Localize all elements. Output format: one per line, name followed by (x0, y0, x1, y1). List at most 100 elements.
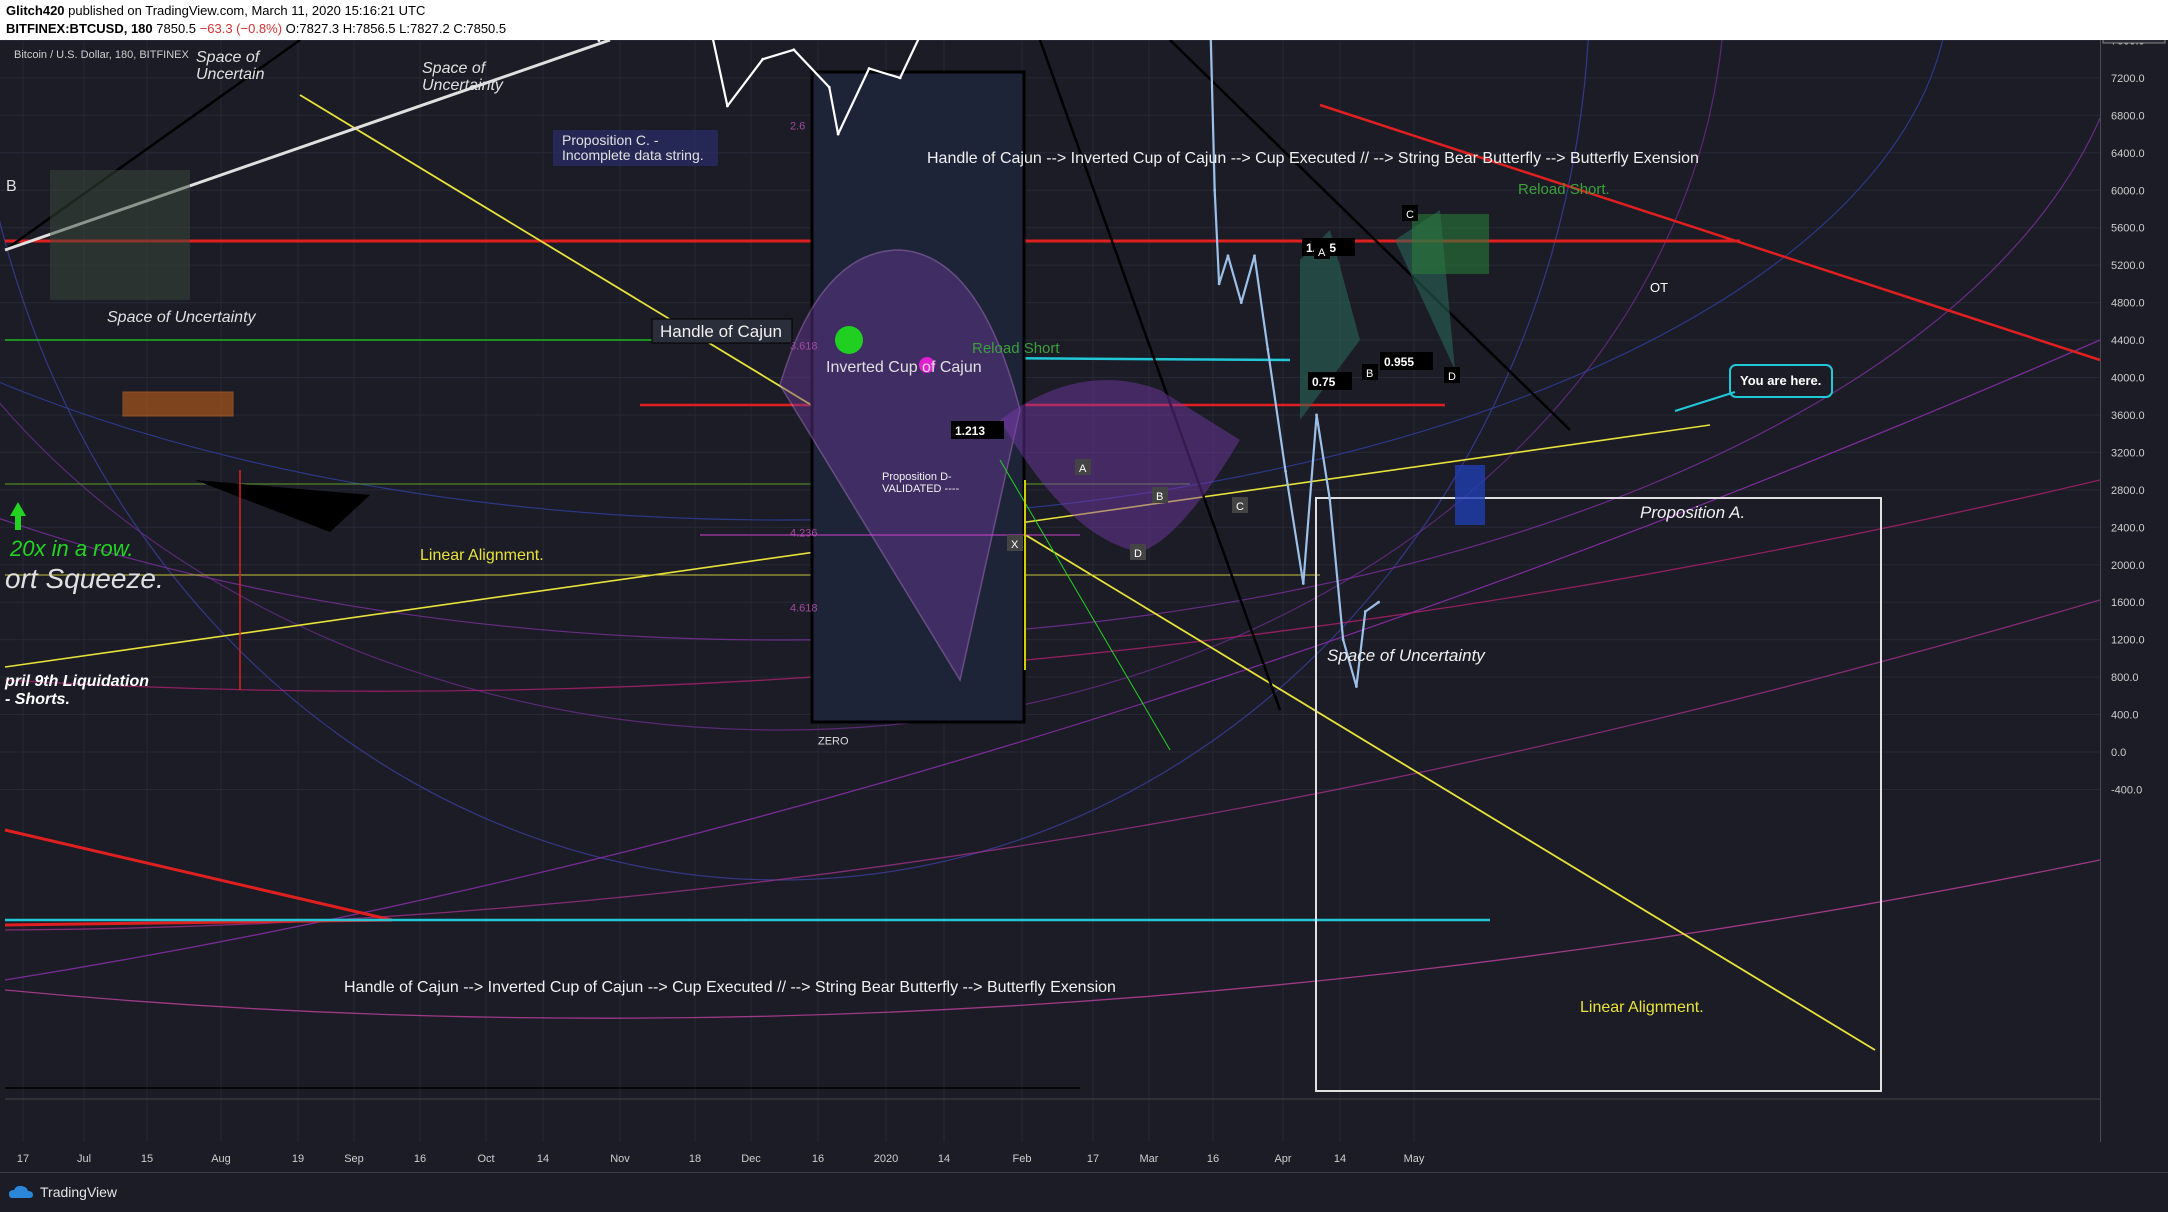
linear-alignment-label: Linear Alignment. (420, 547, 544, 564)
projection-point (1239, 301, 1243, 304)
proposition-a-label: Proposition A. (1640, 503, 1745, 522)
twenty-x-label: 20x in a row. (9, 536, 134, 561)
reload-short-label: Reload Short (972, 340, 1060, 357)
x-tick-label: May (1404, 1153, 1425, 1165)
you-are-here-pointer (1674, 391, 1736, 412)
x-tick-label: Oct (477, 1153, 494, 1165)
x-tick-label: Sep (344, 1153, 364, 1165)
brand-label: TradingView (40, 1184, 118, 1200)
cloud-logo-icon (9, 1185, 33, 1198)
projection-point (1315, 413, 1318, 417)
strategy-label-top: Handle of Cajun --> Inverted Cup of Caju… (927, 150, 1699, 167)
projection-point (1253, 254, 1256, 258)
price-point (827, 85, 831, 89)
point-marker: D (1448, 371, 1456, 383)
x-tick-label: 16 (812, 1153, 824, 1165)
price-point (725, 104, 729, 108)
strategy-label-bottom: Handle of Cajun --> Inverted Cup of Caju… (344, 979, 1116, 996)
x-tick-label: Aug (211, 1153, 231, 1165)
projection-point (1266, 348, 1270, 351)
green-box (1412, 214, 1489, 274)
point-marker: A (1318, 247, 1326, 259)
liquidation-label: pril 9th Liquidation (4, 673, 149, 690)
tradingview-logo[interactable]: TradingView (8, 1184, 117, 1200)
projection-point (1226, 254, 1230, 258)
x-tick-label: Jul (77, 1153, 91, 1165)
y-tick-label: 3200.0 (2111, 447, 2145, 459)
price-point (836, 132, 840, 136)
y-tick-label: 800.0 (2111, 672, 2139, 684)
countdown-label: 02:43:41 (2108, 40, 2151, 42)
y-tick-label: 4000.0 (2111, 373, 2145, 385)
reload-short-label: Reload Short. (1518, 181, 1610, 198)
space-uncertainty-label: Space of (422, 60, 487, 77)
x-tick-label: Feb (1013, 1153, 1032, 1165)
linear-alignment-label: Linear Alignment. (1580, 999, 1704, 1016)
short-squeeze-label: ort Squeeze. (5, 563, 164, 594)
y-tick-label: 2400.0 (2111, 522, 2145, 534)
y-tick-label: 6800.0 (2111, 110, 2145, 122)
y-tick-label: 2800.0 (2111, 485, 2145, 497)
price-point (792, 48, 796, 52)
orange-box (122, 391, 234, 417)
projection-line (1209, 40, 1380, 688)
fib-level-label: 3.618 (790, 340, 818, 352)
x-tick-label: 18 (689, 1153, 701, 1165)
liquidation-label: - Shorts. (5, 691, 70, 708)
x-tick-label: 15 (141, 1153, 153, 1165)
fib-level-label: ZERO (818, 736, 849, 748)
y-tick-label: 6000.0 (2111, 185, 2145, 197)
x-tick-label: 14 (1334, 1153, 1346, 1165)
price-point (867, 67, 871, 70)
symbol-label[interactable]: BITFINEX:BTCUSD, 180 (6, 21, 153, 36)
proposition-c-label: Proposition C. - (562, 132, 659, 148)
x-tick-label: Apr (1274, 1153, 1291, 1165)
grey-box (50, 170, 190, 300)
price-chart[interactable]: 0.50.60.712.63.6184.2364.618ZERO 17Jul15… (0, 40, 2100, 1172)
last-price: 7850.5 (156, 21, 197, 36)
y-tick-label: 4800.0 (2111, 298, 2145, 310)
y-axis[interactable]: 12000.011600.011200.010800.010400.010000… (2100, 40, 2168, 1142)
fib-level-label: 4.236 (790, 528, 818, 540)
projection-point (1355, 685, 1358, 688)
author-name[interactable]: Glitch420 (6, 3, 65, 18)
yellow-trend (299, 94, 1876, 1051)
fib-level-label: 4.618 (790, 603, 818, 615)
blue-box (1455, 465, 1485, 525)
projection-point (1217, 282, 1221, 286)
black-trend (1038, 40, 1282, 711)
y-tick-label: 3600.0 (2111, 410, 2145, 422)
projection-point (1301, 582, 1305, 585)
space-uncertainty-label: Space of Uncertainty (107, 309, 257, 326)
point-marker: C (1236, 501, 1244, 513)
x-tick-label: 14 (537, 1153, 549, 1165)
space-uncertainty-label: Space of Uncertainty (1327, 646, 1486, 665)
price-point (761, 57, 765, 61)
ohlc-values: O:7827.3 H:7856.5 L:7827.2 C:7850.5 (285, 21, 507, 36)
price-change: −63.3 (−0.8%) (199, 21, 283, 36)
fib-level-label: 2.6 (790, 120, 805, 132)
y-tick-label: 2000.0 (2111, 560, 2145, 572)
x-tick-label: 17 (1087, 1153, 1099, 1165)
side-b-label: B (6, 178, 17, 195)
x-tick-label: 19 (292, 1153, 304, 1165)
footer: TradingView (0, 1172, 2168, 1212)
point-marker: C (1406, 209, 1414, 221)
projection-point (1363, 610, 1367, 613)
x-tick-label: Dec (741, 1153, 761, 1165)
x-tick-label: 17 (17, 1153, 29, 1165)
publish-info: published on TradingView.com, March 11, … (68, 3, 426, 18)
ot-label: OT (1650, 280, 1668, 295)
x-tick-label: Mar (1140, 1153, 1159, 1165)
green-dot (835, 326, 863, 354)
x-tick-label: 14 (938, 1153, 950, 1165)
y-tick-label: -400.0 (2111, 784, 2142, 796)
point-marker: X (1011, 539, 1019, 551)
y-tick-label: 7200.0 (2111, 73, 2145, 85)
x-tick-label: 2020 (874, 1153, 898, 1165)
space-uncertainty-label: Uncertainty (422, 77, 504, 94)
projection-point (1377, 600, 1380, 604)
projection-point (1213, 188, 1217, 192)
y-tick-label: 5200.0 (2111, 260, 2145, 272)
x-tick-label: Nov (610, 1153, 630, 1165)
